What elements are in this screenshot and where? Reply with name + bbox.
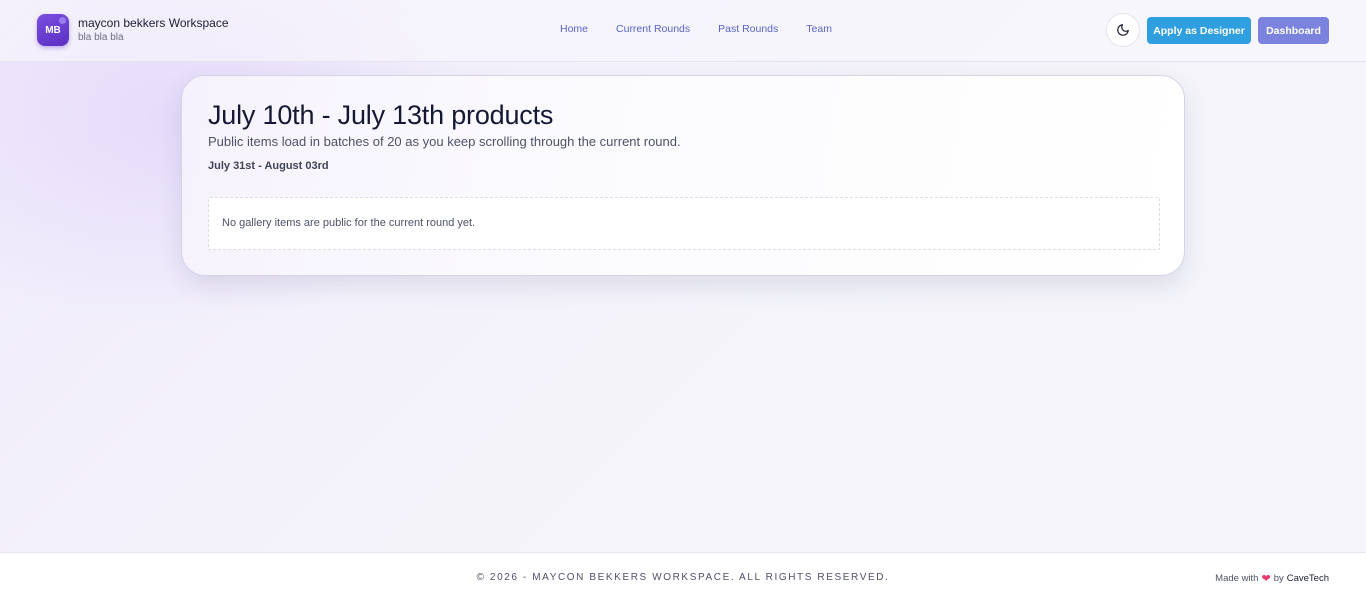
cavetech-link[interactable]: CaveTech [1287, 573, 1329, 584]
nav-link-past-rounds[interactable]: Past Rounds [718, 23, 778, 35]
logo-dot [59, 17, 66, 24]
heart-icon: ❤ [1261, 573, 1271, 585]
brand-initials: MB [45, 24, 61, 36]
brand[interactable]: MB maycon bekkers Workspace bla bla bla [37, 14, 229, 46]
theme-toggle-button[interactable] [1106, 13, 1140, 47]
nav-link-home[interactable]: Home [560, 23, 588, 35]
copyright-text: © 2026 - MAYCON BEKKERS WORKSPACE. ALL R… [476, 572, 890, 583]
nav-link-current-rounds[interactable]: Current Rounds [616, 23, 690, 35]
round-card: July 10th - July 13th products Public it… [181, 75, 1185, 276]
round-description: Public items load in batches of 20 as yo… [208, 134, 681, 149]
footer: © 2026 - MAYCON BEKKERS WORKSPACE. ALL R… [0, 552, 1366, 599]
apply-as-designer-button[interactable]: Apply as Designer [1147, 17, 1251, 44]
round-date-range: July 31st - August 03rd [208, 160, 329, 172]
top-navbar: MB maycon bekkers Workspace bla bla bla … [0, 0, 1366, 62]
brand-subtitle: bla bla bla [78, 31, 124, 43]
moon-icon [1117, 24, 1129, 36]
brand-text: maycon bekkers Workspace bla bla bla [78, 16, 229, 45]
empty-gallery-box: No gallery items are public for the curr… [208, 197, 1160, 250]
by-label: by [1273, 573, 1284, 584]
nav-link-team[interactable]: Team [806, 23, 832, 35]
brand-logo: MB [37, 14, 69, 46]
empty-gallery-message: No gallery items are public for the curr… [222, 217, 476, 229]
main-nav: Home Current Rounds Past Rounds Team [560, 23, 860, 35]
made-with-credit: Made with ❤ by CaveTech [1215, 572, 1329, 585]
brand-title: maycon bekkers Workspace [78, 15, 229, 30]
dashboard-button[interactable]: Dashboard [1258, 17, 1329, 44]
page-title: July 10th - July 13th products [208, 100, 554, 130]
made-with-label: Made with [1215, 573, 1259, 584]
